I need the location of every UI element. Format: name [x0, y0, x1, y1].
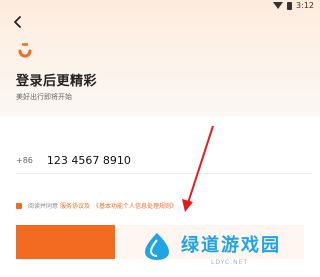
didi-logo-icon: [18, 43, 32, 58]
watermark-logo-icon: [145, 233, 169, 260]
phone-row: +86: [16, 147, 312, 174]
battery-icon: [287, 1, 293, 10]
wifi-icon: [273, 2, 284, 9]
agreement-text: 阅读并同意: [28, 203, 59, 210]
page-subtitle: 美好出行即将开始: [16, 93, 72, 101]
phone-input[interactable]: [46, 153, 227, 167]
agreement-row: 阅读并同意 服务协议及 《基本功能个人信息处理规则》: [16, 201, 177, 210]
status-bar: 3:12: [0, 0, 320, 12]
status-icons: 3:12: [273, 1, 314, 10]
watermark-name: 绿道游戏园: [181, 235, 281, 256]
terms-link[interactable]: 服务协议及: [60, 201, 90, 210]
watermark: 绿道游戏园 LDYC.NET: [115, 225, 320, 277]
agreement-checkbox[interactable]: [16, 202, 22, 209]
back-arrow-icon[interactable]: [10, 14, 26, 30]
page-title: 登录后更精彩: [16, 74, 98, 89]
watermark-site: LDYC.NET: [211, 259, 249, 266]
privacy-link[interactable]: 《基本功能个人信息处理规则》: [93, 201, 177, 210]
status-time: 3:12: [296, 1, 314, 10]
country-code[interactable]: +86: [16, 156, 33, 165]
